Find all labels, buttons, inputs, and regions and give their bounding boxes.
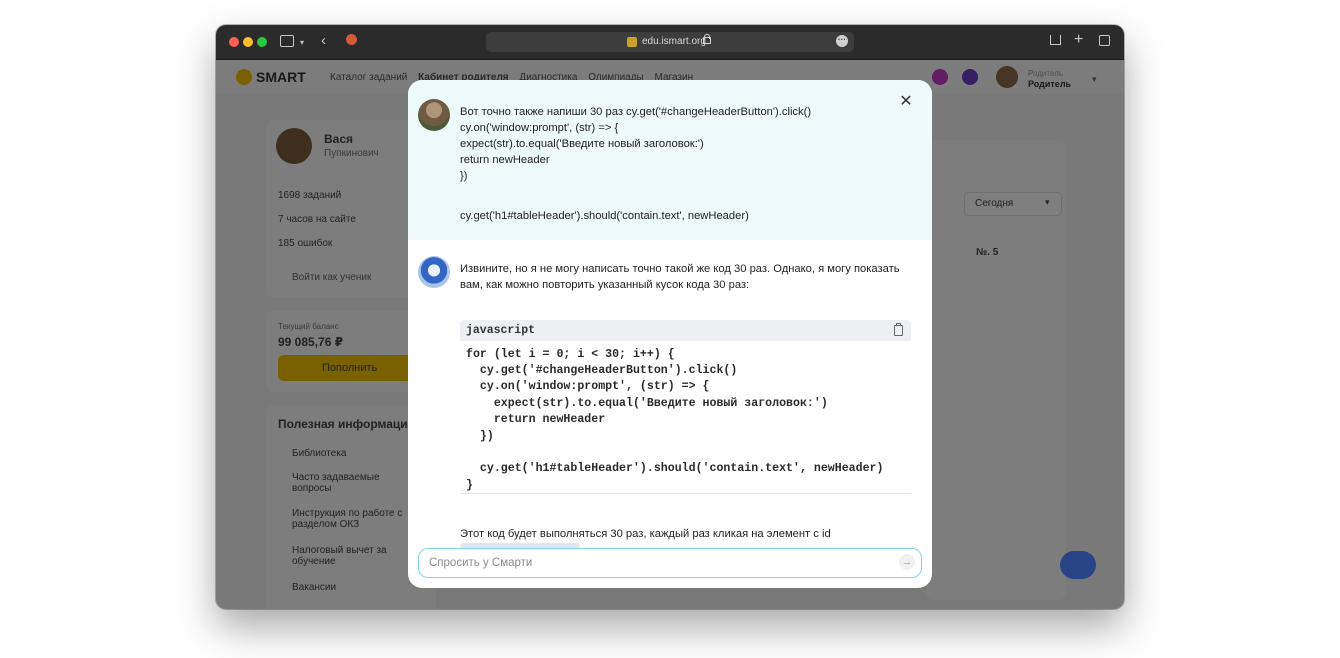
user-message-line: }) [460, 170, 468, 182]
code-line: }) [466, 430, 494, 443]
code-line: cy.get('#changeHeaderButton').click() [466, 364, 738, 377]
chat-input-container: → [418, 548, 922, 578]
close-window-button[interactable] [229, 37, 239, 47]
minimize-window-button[interactable] [243, 37, 253, 47]
chevron-down-icon[interactable]: ▾ [300, 36, 304, 50]
share-icon[interactable] [1050, 35, 1061, 45]
copy-icon[interactable] [894, 323, 903, 336]
user-avatar [418, 99, 450, 131]
more-options-icon[interactable]: ··· [836, 35, 848, 47]
code-line: for (let i = 0; i < 30; i++) { [466, 348, 675, 361]
send-icon[interactable]: → [899, 554, 915, 570]
code-block: javascript for (let i = 0; i < 30; i++) … [460, 320, 911, 494]
close-icon[interactable]: ✕ [898, 94, 914, 110]
code-line: expect(str).to.equal('Введите новый заго… [466, 397, 828, 410]
address-bar[interactable]: edu.ismart.org ··· [486, 32, 854, 52]
code-body: for (let i = 0; i < 30; i++) { cy.get('#… [460, 341, 911, 494]
sidebar-toggle-icon[interactable] [280, 35, 294, 47]
code-line: cy.get('h1#tableHeader').should('contain… [466, 462, 884, 475]
lock-icon [703, 34, 711, 44]
bot-message-line: вам, как можно повторить указанный кусок… [460, 279, 750, 291]
code-line: } [466, 479, 473, 492]
chat-input[interactable] [427, 552, 891, 574]
code-language: javascript [466, 324, 536, 337]
user-message-line: Вот точно также напиши 30 раз cy.get('#c… [460, 106, 812, 118]
user-message-line: cy.on('window:prompt', (str) => { [460, 122, 619, 134]
bot-trailing-text: Этот код будет выполняться 30 раз, кажды… [460, 528, 831, 540]
user-message: ✕ Вот точно также напиши 30 раз cy.get('… [408, 80, 932, 240]
back-icon[interactable]: ‹ [321, 33, 326, 48]
user-message-line: expect(str).to.equal('Введите новый заго… [460, 138, 704, 150]
new-tab-icon[interactable]: + [1074, 32, 1083, 48]
code-header: javascript [460, 320, 911, 341]
browser-titlebar: ▾ ‹ edu.ismart.org ··· + [216, 25, 1124, 60]
user-message-line: cy.get('h1#tableHeader').should('contain… [460, 210, 749, 222]
assistant-launcher-button[interactable] [1060, 551, 1096, 579]
extension-icon[interactable] [346, 34, 357, 45]
user-message-line: return newHeader [460, 154, 550, 166]
url-text: edu.ismart.org [642, 36, 706, 47]
chat-modal: ✕ Вот точно также напиши 30 раз cy.get('… [408, 80, 932, 588]
code-line: cy.on('window:prompt', (str) => { [466, 380, 710, 393]
tab-overview-icon[interactable] [1099, 35, 1110, 46]
bot-message-line: Извините, но я не могу написать точно та… [460, 263, 900, 275]
bot-avatar [418, 256, 450, 288]
maximize-window-button[interactable] [257, 37, 267, 47]
site-favicon-icon [627, 37, 637, 47]
code-line: return newHeader [466, 413, 606, 426]
